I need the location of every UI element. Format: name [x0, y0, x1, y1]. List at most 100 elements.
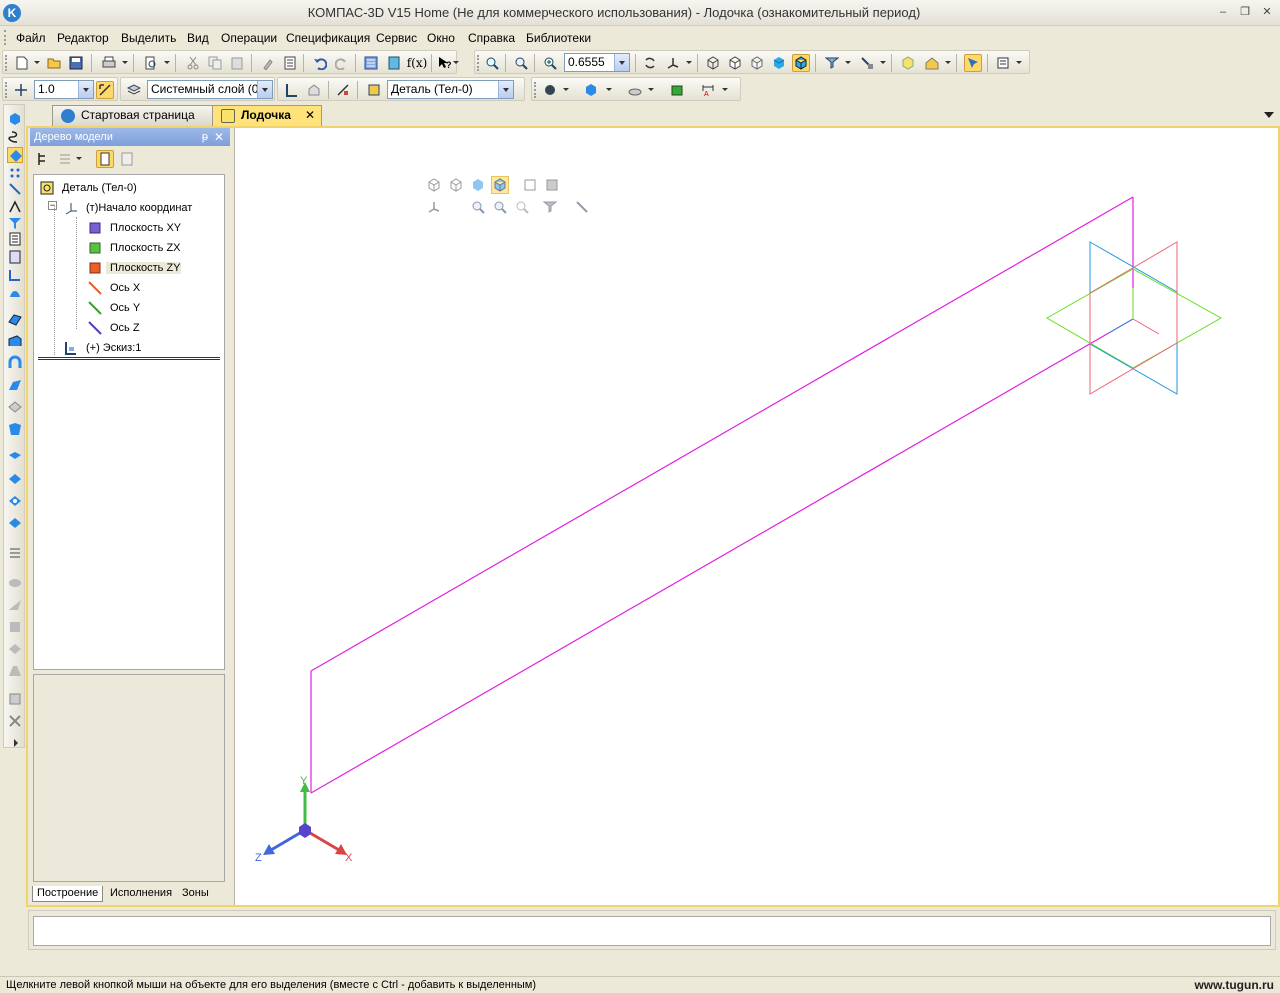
toolbar-grip[interactable]: [477, 55, 480, 71]
layers-button[interactable]: [125, 81, 143, 99]
preview-dropdown-icon[interactable]: [164, 61, 170, 64]
thin-hidden-lines-button[interactable]: [748, 54, 766, 72]
tab-close-icon[interactable]: ✕: [305, 106, 315, 125]
hole-tool-icon[interactable]: [7, 493, 23, 509]
parametrize-button[interactable]: [334, 81, 352, 99]
orientation-button[interactable]: [664, 54, 682, 72]
tab-construction[interactable]: Построение: [32, 886, 104, 902]
help-button[interactable]: ?: [436, 54, 454, 72]
component-button[interactable]: [668, 81, 686, 99]
section-button[interactable]: [858, 54, 876, 72]
menu-select[interactable]: Выделить: [121, 31, 176, 45]
graphics-viewport[interactable]: Y X Z: [234, 128, 1278, 905]
preview-button[interactable]: [142, 54, 160, 72]
tree-item-plane-zy[interactable]: Плоскость ZY: [86, 259, 181, 277]
rib-tool-icon[interactable]: [7, 515, 23, 531]
manager-button[interactable]: [362, 54, 380, 72]
library-manager-button[interactable]: [385, 54, 403, 72]
points-tool-icon[interactable]: [7, 165, 23, 181]
show-all-button[interactable]: [964, 54, 982, 72]
tree-structure-button[interactable]: [34, 150, 52, 168]
properties-button[interactable]: [281, 54, 299, 72]
zoom-window-button[interactable]: [483, 54, 501, 72]
tree-item-origin[interactable]: (т)Начало координат: [62, 199, 192, 217]
collapse-toggle-icon[interactable]: −: [48, 201, 57, 210]
zoom-in-button[interactable]: [541, 54, 559, 72]
tab-lodochka[interactable]: Лодочка ✕: [212, 105, 322, 126]
sheet-tool-icon[interactable]: [7, 545, 23, 561]
dimension-tool-icon[interactable]: [7, 267, 23, 283]
properties-field[interactable]: [33, 916, 1271, 946]
measure-button[interactable]: [994, 54, 1012, 72]
cut-button[interactable]: [184, 54, 202, 72]
tree-list-button[interactable]: [118, 150, 136, 168]
copy-button[interactable]: [206, 54, 224, 72]
mirror-tool-icon[interactable]: [7, 597, 23, 613]
rotate-button[interactable]: [641, 54, 659, 72]
dimension-button[interactable]: A: [699, 81, 717, 99]
close-window-button[interactable]: ✕: [1260, 6, 1274, 19]
material-dropdown-icon[interactable]: [606, 88, 612, 91]
new-file-dropdown-icon[interactable]: [34, 61, 40, 64]
zoom-all-button[interactable]: [512, 54, 530, 72]
menu-window[interactable]: Окно: [427, 31, 455, 45]
spec-tool-icon[interactable]: [7, 231, 23, 247]
measure-dropdown-icon[interactable]: [1016, 61, 1022, 64]
mass-button[interactable]: [626, 81, 644, 99]
extrude-tool-icon[interactable]: [7, 311, 23, 327]
wireframe-button[interactable]: [704, 54, 722, 72]
color-dropdown-icon[interactable]: [563, 88, 569, 91]
menu-edit[interactable]: Редактор: [57, 31, 109, 45]
measure-tool-icon[interactable]: [7, 199, 23, 215]
loft-tool-icon[interactable]: [7, 377, 23, 393]
step-combo[interactable]: 1.0: [34, 80, 94, 99]
surface-tool-icon[interactable]: [7, 285, 23, 301]
filter-dropdown-icon[interactable]: [845, 61, 851, 64]
dimension-dropdown-icon[interactable]: [722, 88, 728, 91]
tree-item-plane-zx[interactable]: Плоскость ZX: [86, 239, 181, 257]
split-tool-icon[interactable]: [7, 619, 23, 635]
menu-file[interactable]: Файл: [16, 31, 46, 45]
tab-start-page[interactable]: Стартовая страница: [52, 105, 218, 126]
color-button[interactable]: [541, 81, 559, 99]
kinematic-tool-icon[interactable]: [7, 355, 23, 371]
menu-specification[interactable]: Спецификация: [286, 31, 370, 45]
perspective-button[interactable]: [899, 54, 917, 72]
section-dropdown-icon[interactable]: [880, 61, 886, 64]
end-of-tree-marker[interactable]: [38, 357, 220, 360]
edit-details-tool-icon[interactable]: [7, 147, 23, 163]
material-button[interactable]: [582, 81, 600, 99]
menu-help[interactable]: Справка: [468, 31, 515, 45]
menu-view[interactable]: Вид: [187, 31, 209, 45]
restore-button[interactable]: ❐: [1238, 6, 1252, 19]
tree-order-dropdown-icon[interactable]: [76, 157, 82, 160]
minimize-button[interactable]: –: [1216, 6, 1230, 19]
fillet-tool-icon[interactable]: [7, 449, 23, 465]
copy-properties-button[interactable]: [259, 54, 277, 72]
filter-tool-icon[interactable]: [7, 215, 23, 231]
detail-dropdown-icon[interactable]: [498, 81, 513, 98]
menu-operations[interactable]: Операции: [221, 31, 277, 45]
filter-button[interactable]: [823, 54, 841, 72]
macro-tool-icon[interactable]: [7, 691, 23, 707]
tree-item-plane-xy[interactable]: Плоскость XY: [86, 219, 181, 237]
sketch-button[interactable]: [283, 81, 301, 99]
tree-item-axis-x[interactable]: Ось X: [86, 279, 140, 297]
mass-dropdown-icon[interactable]: [648, 88, 654, 91]
paste-button[interactable]: [228, 54, 246, 72]
menu-grip[interactable]: [4, 30, 7, 45]
pin-icon[interactable]: ᵽ: [202, 128, 208, 146]
toolbar-grip[interactable]: [534, 82, 537, 98]
tree-order-button[interactable]: [56, 150, 74, 168]
open-file-button[interactable]: [45, 54, 63, 72]
tabs-list-dropdown-icon[interactable]: [1264, 112, 1274, 118]
library-tool-icon[interactable]: [7, 713, 23, 729]
tree-view-button[interactable]: [96, 150, 114, 168]
close-panel-icon[interactable]: ✕: [214, 128, 224, 146]
tree-item-axis-z[interactable]: Ось Z: [86, 319, 140, 337]
expand-panel-icon[interactable]: [7, 735, 23, 751]
geometry-tool-icon[interactable]: [7, 111, 23, 127]
rotate-tool-icon[interactable]: [7, 333, 23, 349]
step-dropdown-icon[interactable]: [78, 81, 93, 98]
tab-zones[interactable]: Зоны: [178, 886, 213, 902]
